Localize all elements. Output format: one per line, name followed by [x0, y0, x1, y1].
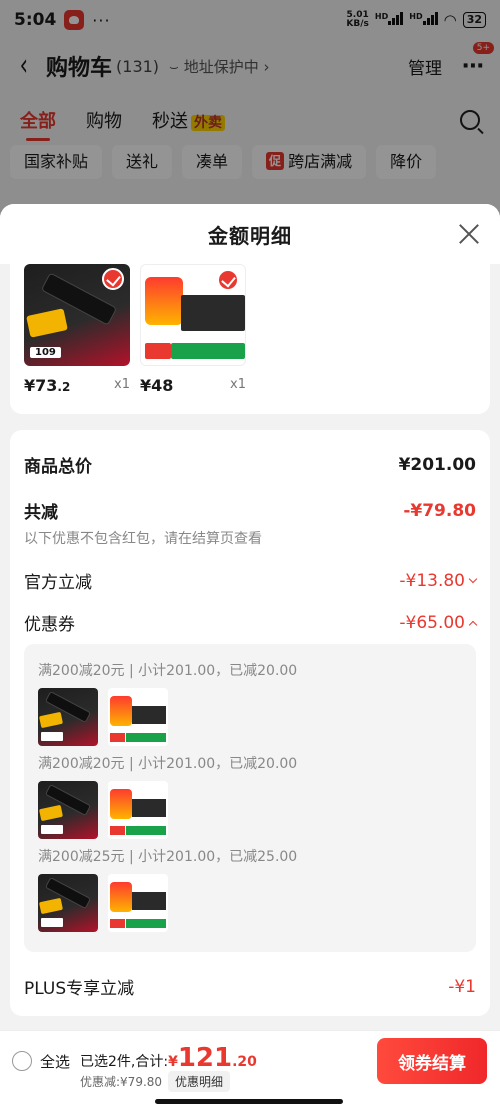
total-decimal: .20 [232, 1054, 257, 1070]
discount-summary: 优惠减:¥79.80 优惠明细 [80, 1071, 231, 1092]
select-all-radio[interactable] [12, 1051, 32, 1071]
total-integer: 121 [177, 1043, 233, 1073]
checked-icon[interactable] [217, 269, 239, 291]
official-discount-amount: -¥13.80 [399, 570, 465, 591]
product-thumbnail [140, 264, 246, 366]
coupon-goods [38, 781, 168, 839]
product-thumbnail [38, 688, 98, 746]
chevron-down-icon [468, 574, 478, 583]
modal-overlay[interactable] [0, 0, 500, 210]
checked-icon[interactable] [102, 268, 124, 290]
goods-item[interactable]: 109 ¥73.2 x1 [24, 264, 130, 395]
sheet-header: 金额明细 [0, 204, 500, 264]
official-discount-row[interactable]: 官方立减 -¥13.80 [24, 568, 478, 593]
plus-discount-label: PLUS专享立减 [24, 979, 135, 999]
goods-item[interactable]: ¥48 x1 [140, 264, 246, 395]
discount-note-row: 以下优惠不包含红包，请在结算页查看 [24, 528, 476, 548]
chevron-up-icon [468, 620, 478, 629]
close-icon[interactable] [458, 223, 480, 245]
coupon-line: 满200减20元 | 小计201.00，已减20.00 [38, 663, 298, 679]
checkout-button[interactable]: 领券结算 [377, 1038, 487, 1084]
official-discount-label: 官方立减 [24, 573, 92, 593]
goods-quantity: x1 [114, 377, 130, 392]
plus-discount-value: -¥1 [448, 976, 476, 997]
reduce-label: 共减 [24, 503, 58, 523]
home-indicator[interactable] [155, 1099, 343, 1104]
goods-quantity: x1 [230, 377, 246, 392]
goods-price-main: ¥73 [24, 376, 58, 395]
plus-discount-row: PLUS专享立减 -¥1 [24, 974, 476, 1000]
price-summary-card: 商品总价 ¥201.00 共减 -¥79.80 以下优惠不包含红包，请在结算页查… [10, 430, 490, 1016]
sheet-title: 金额明细 [208, 223, 292, 248]
product-thumbnail [108, 781, 168, 839]
select-all-label[interactable]: 全选 [40, 1051, 70, 1072]
coupon-amount: -¥65.00 [399, 612, 465, 633]
product-thumbnail: 109 [24, 264, 130, 366]
goods-price-decimal: .2 [57, 380, 71, 394]
amount-detail-sheet: 金额明细 109 ¥73.2 x1 ¥48 x1 商品总价 ¥201.00 共减… [0, 204, 500, 1030]
total-currency: ¥ [168, 1054, 178, 1070]
coupon-row[interactable]: 优惠券 -¥65.00 [24, 610, 478, 635]
official-discount-value: -¥13.80 [399, 570, 478, 591]
selected-total: 已选2件,合计: ¥ 121 .20 [80, 1043, 257, 1073]
coupon-goods [38, 688, 168, 746]
total-value: ¥201.00 [398, 454, 476, 475]
goods-price-main: ¥48 [140, 376, 174, 395]
thumbnail-price: 109 [30, 347, 61, 358]
total-row: 商品总价 ¥201.00 [24, 452, 476, 478]
selected-count-label: 已选2件,合计: [80, 1054, 169, 1070]
total-label: 商品总价 [24, 457, 92, 477]
discount-amount: 优惠减:¥79.80 [80, 1075, 163, 1089]
coupon-goods [38, 874, 168, 932]
product-thumbnail [38, 874, 98, 932]
discount-detail-button[interactable]: 优惠明细 [168, 1071, 231, 1092]
reduce-value: -¥79.80 [403, 500, 476, 521]
discount-note: 以下优惠不包含红包，请在结算页查看 [24, 531, 262, 547]
product-thumbnail [108, 874, 168, 932]
coupon-details: 满200减20元 | 小计201.00，已减20.00 满200减20元 | 小… [24, 644, 476, 952]
checkout-bar: 全选 已选2件,合计: ¥ 121 .20 优惠减:¥79.80 优惠明细 领券… [0, 1030, 500, 1111]
coupon-label: 优惠券 [24, 615, 75, 635]
coupon-line: 满200减25元 | 小计201.00，已减25.00 [38, 849, 298, 865]
product-thumbnail [38, 781, 98, 839]
product-thumbnail [108, 688, 168, 746]
coupon-value: -¥65.00 [399, 612, 478, 633]
coupon-line: 满200减20元 | 小计201.00，已减20.00 [38, 756, 298, 772]
selected-goods-card: 109 ¥73.2 x1 ¥48 x1 [10, 264, 490, 414]
reduce-row: 共减 -¥79.80 [24, 498, 476, 524]
